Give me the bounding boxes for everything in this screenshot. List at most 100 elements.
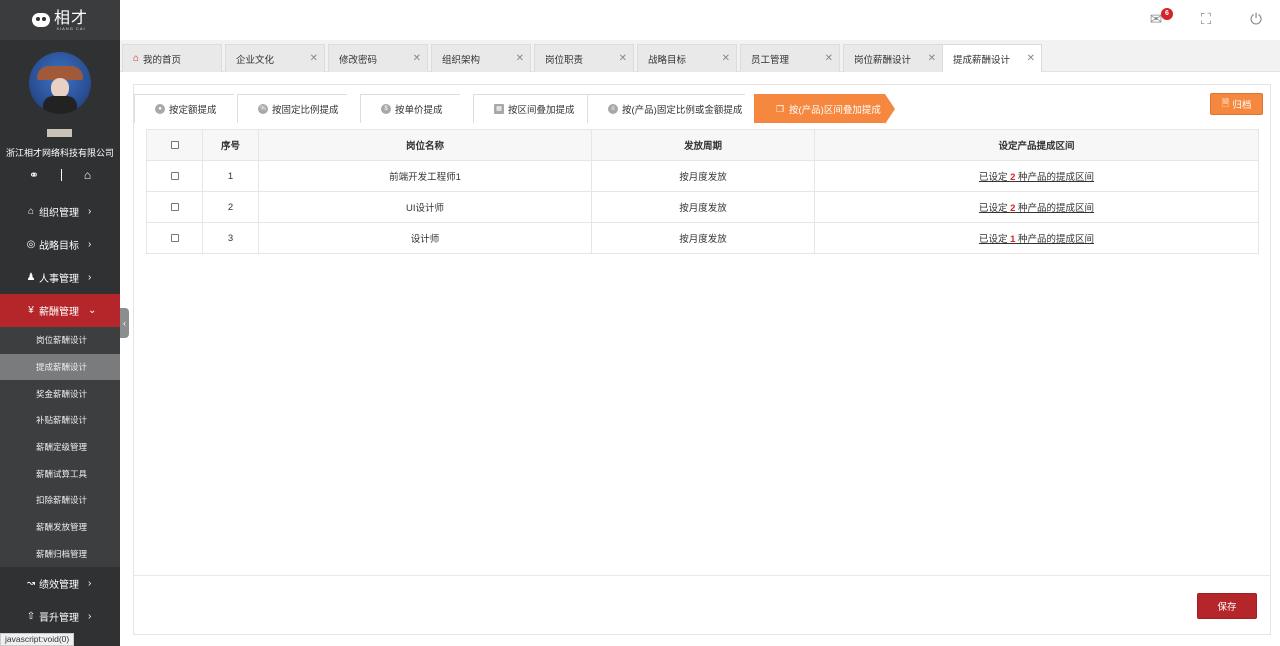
col-header-no: 序号 xyxy=(202,129,259,161)
range-count: 2 xyxy=(1010,203,1016,214)
submenu-item[interactable]: 薪酬发放管理 xyxy=(0,514,120,541)
row-checkbox[interactable] xyxy=(170,171,179,180)
tab-strategy[interactable]: 战略目标 ✕ xyxy=(637,44,737,72)
footer-divider xyxy=(134,575,1270,576)
yen-icon: ¥ xyxy=(28,305,34,316)
tab-password[interactable]: 修改密码 ✕ xyxy=(328,44,428,72)
submenu-item[interactable]: 薪酬试算工具 xyxy=(0,460,120,487)
sidebar-menu: ⌂ 组织管理 › ◎ 战略目标 › ♟ 人事管理 › ¥ 薪酬管理 ⌄ 岗位薪酬… xyxy=(0,195,120,633)
row-cycle: 按月度发放 xyxy=(591,191,815,223)
sidebar-item-label: 薪酬管理 xyxy=(39,307,79,318)
range-setting-link[interactable]: 已设定 2 种产品的提成区间 xyxy=(979,172,1094,183)
range-setting-link[interactable]: 已设定 1 种产品的提成区间 xyxy=(979,234,1094,245)
tab-home[interactable]: ⌂ 我的首页 xyxy=(122,44,222,72)
sidebar-item-org[interactable]: ⌂ 组织管理 › xyxy=(0,195,120,228)
row-no: 2 xyxy=(202,191,259,223)
content-panel: ● 按定额提成 % 按固定比例提成 $ 按单价提成 ▦ 按区间叠加提成 ≡ 按(… xyxy=(133,84,1271,635)
subtab-product-fixed[interactable]: ≡ 按(产品)固定比例或金额提成 xyxy=(587,94,755,124)
col-header-position: 岗位名称 xyxy=(258,129,592,161)
subtab-label: 按定额提成 xyxy=(169,105,217,116)
close-icon[interactable]: ✕ xyxy=(413,53,421,64)
chevron-right-icon: › xyxy=(88,272,92,283)
tab-employees[interactable]: 员工管理 ✕ xyxy=(740,44,840,72)
quick-actions: ⚭ ⌂ xyxy=(0,167,120,183)
tab-duties[interactable]: 岗位职责 ✕ xyxy=(534,44,634,72)
sidebar-item-label: 晋升管理 xyxy=(39,613,79,625)
logo-mark-icon xyxy=(31,13,50,27)
save-button[interactable]: 保存 xyxy=(1197,593,1257,619)
sidebar-item-salary[interactable]: ¥ 薪酬管理 ⌄ xyxy=(0,294,120,327)
col-header-range: 设定产品提成区间 xyxy=(814,129,1259,161)
tab-label: 修改密码 xyxy=(339,54,378,66)
tab-label: 企业文化 xyxy=(236,54,275,66)
avatar[interactable] xyxy=(29,52,91,114)
subtab-label: 按区间叠加提成 xyxy=(508,105,575,116)
tab-label: 组织架构 xyxy=(442,54,481,66)
subtab-fixed-amount[interactable]: ● 按定额提成 xyxy=(134,94,244,124)
submenu-item-current[interactable]: 提成薪酬设计 xyxy=(0,353,120,381)
subtab-product-range[interactable]: ❒ 按(产品)区间叠加提成 xyxy=(754,94,895,124)
table-row: 2 UI设计师 按月度发放 已设定 2 种产品的提成区间 xyxy=(146,191,1259,223)
sidebar-item-label: 绩效管理 xyxy=(39,580,79,592)
layers-icon: ≡ xyxy=(608,104,618,114)
close-icon[interactable]: ✕ xyxy=(619,53,627,64)
close-icon[interactable]: ✕ xyxy=(516,53,524,64)
submenu-item[interactable]: 薪酬归档管理 xyxy=(0,541,120,568)
subtab-unit-price[interactable]: $ 按单价提成 xyxy=(360,94,470,124)
logo-subtext: XIANG CAI xyxy=(56,25,86,31)
company-name: 浙江相才网络科技有限公司 xyxy=(5,148,114,158)
sidebar-item-performance[interactable]: ↝ 绩效管理 › xyxy=(0,567,120,600)
close-icon[interactable]: ✕ xyxy=(310,53,318,64)
sidebar-item-label: 战略目标 xyxy=(39,241,79,252)
submenu-item[interactable]: 奖金薪酬设计 xyxy=(0,380,120,407)
chevron-left-icon: ‹ xyxy=(123,318,126,328)
range-setting-link[interactable]: 已设定 2 种产品的提成区间 xyxy=(979,203,1094,214)
sidebar-collapse-handle[interactable]: ‹ xyxy=(120,308,129,338)
tab-org-structure[interactable]: 组织架构 ✕ xyxy=(431,44,531,72)
select-all-checkbox[interactable] xyxy=(170,140,179,149)
home-icon[interactable]: ⌂ xyxy=(84,169,91,181)
file-icon: 🗎 xyxy=(1221,98,1230,109)
sidebar: 相才 XIANG CAI 浙江相才网络科技有限公司 ⚭ ⌂ ⌂ 组织管理 › ◎… xyxy=(0,0,120,646)
sidebar-item-promotion[interactable]: ⇧ 晋升管理 › xyxy=(0,600,120,633)
org-icon: ⌂ xyxy=(27,206,35,217)
table-row: 1 前端开发工程师1 按月度发放 已设定 2 种产品的提成区间 xyxy=(146,160,1259,192)
logout-key-icon[interactable]: ⚭ xyxy=(29,169,39,181)
row-checkbox[interactable] xyxy=(170,202,179,211)
percent-icon: % xyxy=(258,104,268,114)
tab-position-salary[interactable]: 岗位薪酬设计 ✕ xyxy=(843,44,943,72)
sidebar-item-strategy[interactable]: ◎ 战略目标 › xyxy=(0,228,120,261)
archive-label: 归档 xyxy=(1232,100,1252,111)
row-position: 设计师 xyxy=(258,222,592,254)
subtab-range-stack[interactable]: ▦ 按区间叠加提成 xyxy=(473,94,598,124)
quick-divider xyxy=(60,169,62,181)
table-header-row: 序号 岗位名称 发放周期 设定产品提成区间 xyxy=(146,129,1259,161)
sidebar-item-hr[interactable]: ♟ 人事管理 › xyxy=(0,261,120,294)
user-name-redacted xyxy=(47,129,72,137)
row-no: 3 xyxy=(202,222,259,254)
fullscreen-icon[interactable]: ⛶ xyxy=(1197,11,1215,29)
tab-commission-salary[interactable]: 提成薪酬设计 ✕ xyxy=(942,44,1042,72)
close-icon[interactable]: ✕ xyxy=(1027,53,1035,64)
row-position: UI设计师 xyxy=(258,191,592,223)
chevron-down-icon: ⌄ xyxy=(88,305,97,316)
close-icon[interactable]: ✕ xyxy=(722,53,730,64)
submenu-item[interactable]: 扣除薪酬设计 xyxy=(0,487,120,514)
tab-culture[interactable]: 企业文化 ✕ xyxy=(225,44,325,72)
power-icon[interactable]: ⏻ xyxy=(1247,11,1265,29)
chevron-right-icon: › xyxy=(88,206,92,217)
submenu-item[interactable]: 薪酬定级管理 xyxy=(0,434,120,461)
target-icon: ◎ xyxy=(26,239,36,250)
dollar-icon: $ xyxy=(381,104,391,114)
archive-button[interactable]: 🗎 归档 xyxy=(1210,93,1263,115)
sidebar-item-label: 人事管理 xyxy=(39,274,79,285)
subtab-label: 按固定比例提成 xyxy=(272,105,339,116)
close-icon[interactable]: ✕ xyxy=(928,53,936,64)
logo: 相才 XIANG CAI xyxy=(0,0,120,40)
subtab-fixed-ratio[interactable]: % 按固定比例提成 xyxy=(237,94,357,124)
submenu-item[interactable]: 补贴薪酬设计 xyxy=(0,407,120,434)
tab-label: 战略目标 xyxy=(648,54,687,66)
submenu-item[interactable]: 岗位薪酬设计 xyxy=(0,327,120,354)
close-icon[interactable]: ✕ xyxy=(825,53,833,64)
row-checkbox[interactable] xyxy=(170,233,179,242)
